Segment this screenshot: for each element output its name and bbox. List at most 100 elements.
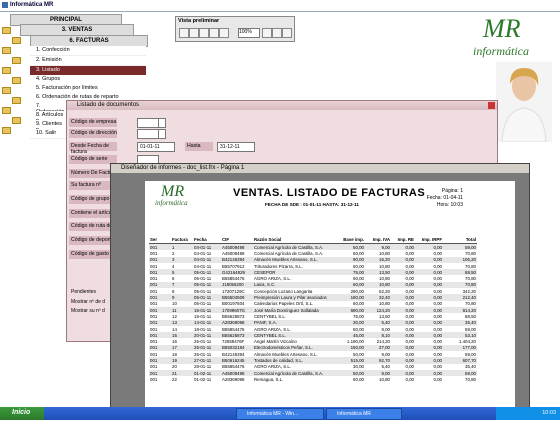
table-cell: 59,00 <box>443 243 477 251</box>
table-cell: 50,00 <box>335 243 365 251</box>
menu-item-label: 2. Emisión <box>36 57 62 63</box>
field-label: Código de dirección <box>71 130 117 136</box>
first-page-icon[interactable] <box>179 28 189 38</box>
report-titlebar: Diseñador de informes - doc_list.frx - P… <box>111 164 529 173</box>
menu-item-label: 5. Facturación por límites <box>36 85 98 91</box>
logo-mr: MR <box>483 14 521 43</box>
column-header: Imp. IVA <box>365 235 391 244</box>
brand-logo: MR informática <box>463 14 558 66</box>
print-icon[interactable] <box>282 28 292 38</box>
direccion-dropdown-icon[interactable] <box>158 129 166 139</box>
zoom-select[interactable]: 100% <box>238 28 260 38</box>
menu-item-confeccion[interactable]: 1. Confección <box>30 46 146 56</box>
taskbar-item-1[interactable]: Informática MR - Win... <box>236 408 324 420</box>
table-cell: 0,00 <box>433 376 442 382</box>
column-header: Razón Social <box>253 235 335 244</box>
menu-item-salir[interactable]: 10. Salir <box>30 129 66 139</box>
listado-title: Listado de documentos <box>77 102 140 108</box>
close-icon[interactable] <box>488 102 495 109</box>
table-cell: 60,00 <box>353 376 364 382</box>
menu-item-label: 4. Grupos <box>36 76 61 82</box>
column-header: Fecha <box>193 235 221 244</box>
field-label: Desde Fecha de factura <box>71 143 110 155</box>
pendientes-label: Pendientes <box>71 289 97 295</box>
start-label: Inicio <box>12 409 31 416</box>
folder-icon[interactable] <box>2 67 11 74</box>
table-cell: 04-01-11 <box>193 243 221 251</box>
folder-icon[interactable] <box>12 77 21 84</box>
table-cell: 0,00 <box>405 376 414 382</box>
table-cell: 10,80 <box>379 376 390 382</box>
table-cell: 22 <box>172 376 177 382</box>
report-window: Diseñador de informes - doc_list.frx - P… <box>110 163 530 421</box>
start-button[interactable]: Inicio <box>0 407 44 420</box>
folder-icon[interactable] <box>2 47 11 54</box>
empresa-dropdown-icon[interactable] <box>158 118 166 128</box>
column-header: Imp. IRPF <box>415 235 443 244</box>
mostrar-nd-label: Mostrar nº de d <box>71 299 106 305</box>
fecha-hasta-input[interactable]: 31-12-11 <box>217 142 255 152</box>
table-cell: 01-02-11 <box>194 376 212 382</box>
field-label-empresa: Código de empresa <box>69 118 117 127</box>
folder-icon[interactable] <box>12 37 21 44</box>
zoom-value: 100% <box>239 29 252 35</box>
pendientes-radio[interactable]: Pendientes <box>71 289 111 297</box>
report-page-number: Página: 1 <box>441 188 463 194</box>
table-cell: 70,80 <box>465 376 476 382</box>
menu-item-label: 1. Confección <box>36 47 70 53</box>
taskbar-item-label: Informática MR <box>337 411 371 417</box>
empresa-input[interactable] <box>137 118 159 128</box>
field-label-direccion: Código de dirección <box>69 129 117 138</box>
field-label-hasta: Hasta <box>185 142 213 151</box>
table-body: 001 1 04-01-11 A45009498 Comercial Agrícola … <box>149 243 477 383</box>
folder-icon[interactable] <box>12 57 21 64</box>
last-page-icon[interactable] <box>219 28 229 38</box>
column-header: Base imp. <box>335 235 365 244</box>
mostrar-nd-checkbox[interactable]: Mostrar nº de d <box>71 299 111 307</box>
folder-icon[interactable] <box>12 117 21 124</box>
menu-item-emision[interactable]: 2. Emisión <box>30 56 146 66</box>
fecha-desde-input[interactable]: 01-01-11 <box>137 142 175 152</box>
report-title: VENTAS. LISTADO DE FACTURAS <box>233 187 426 199</box>
table-cell: 9,00 <box>365 243 391 251</box>
prev-page-icon[interactable] <box>189 28 199 38</box>
field-label: Contiene el artículo <box>71 210 116 216</box>
menu-facturas-label: 6. FACTURAS <box>69 38 109 44</box>
menu-item-label: 10. Salir <box>36 130 57 136</box>
table-cell: Preimpresión Laura y Pilar asociados <box>253 294 335 301</box>
mostrar-su-label: Mostrar su nº d <box>71 308 105 314</box>
app-title: Informática MR <box>10 2 54 8</box>
clock: 10:03 <box>542 410 556 416</box>
field-label: Su factura nº <box>71 182 101 188</box>
folder-icon[interactable] <box>2 107 11 114</box>
taskbar: Inicio Informática MR - Win... Informáti… <box>0 407 560 420</box>
field-label: Código de gasto t <box>71 251 112 257</box>
direccion-input[interactable] <box>137 129 159 139</box>
folder-icon[interactable] <box>2 27 11 34</box>
menu-principal-label: PRINCIPAL <box>50 17 82 23</box>
mostrar-su-checkbox[interactable]: Mostrar su nº d <box>71 308 111 316</box>
report-page: MR informática VENTAS. LISTADO DE FACTUR… <box>145 181 515 421</box>
table-cell: 0,00 <box>415 243 443 251</box>
field-label: Código de serie <box>71 156 108 162</box>
table-cell: 0,00 <box>391 243 415 251</box>
table-cell: 001 <box>149 243 171 251</box>
person-photo <box>496 62 552 143</box>
folder-icon[interactable] <box>2 127 11 134</box>
field-label: Hasta <box>187 143 201 149</box>
column-header: Ser <box>149 235 171 244</box>
table-row: 001 22 01-02-11 A28369098 Remagua, S.L. 60,00… <box>149 376 477 382</box>
folder-column <box>0 27 30 147</box>
settings-icon[interactable] <box>272 28 282 38</box>
folder-icon[interactable] <box>12 97 21 104</box>
export-icon[interactable] <box>262 28 272 38</box>
copy-icon[interactable] <box>199 28 209 38</box>
taskbar-item-2[interactable]: Informática MR <box>326 408 402 420</box>
table-cell: Comercial Agrícola de Castilla, S.A. <box>253 243 335 251</box>
report-window-title: Diseñador de informes - doc_list.frx - P… <box>121 165 245 171</box>
folder-icon[interactable] <box>2 87 11 94</box>
menu-ventas-label: 3. VENTAS <box>61 27 93 33</box>
field-label: Código de empresa <box>71 119 117 125</box>
field-label: Código de grupo <box>71 196 110 202</box>
next-page-icon[interactable] <box>209 28 219 38</box>
